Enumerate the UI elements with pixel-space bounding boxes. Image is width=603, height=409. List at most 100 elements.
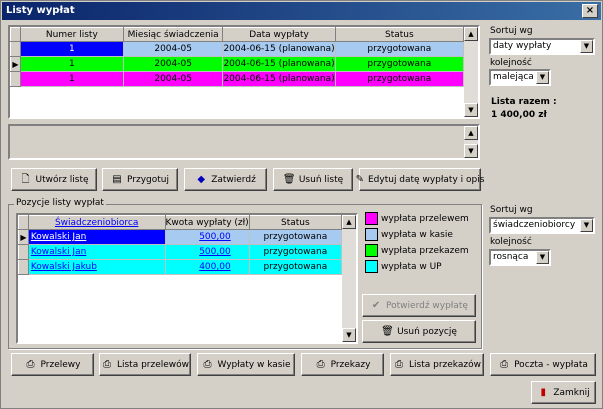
cell-amount[interactable]: 500,00 [164, 244, 250, 260]
transfer-list-button[interactable]: ⎙ Lista przelewów [99, 353, 191, 376]
col-status[interactable]: Status [248, 215, 343, 230]
approve-button[interactable]: ◆ Zatwierdź [184, 168, 267, 191]
order-top-label: kolejność [490, 58, 532, 68]
cell-name[interactable]: Kowalski Jan [27, 244, 166, 260]
row-pointer-icon [10, 41, 21, 57]
cell-numer: 1 [19, 71, 124, 87]
amount-link[interactable]: 500,00 [199, 232, 231, 242]
cell-amount[interactable]: 400,00 [164, 259, 250, 275]
close-window-button[interactable]: × [582, 4, 598, 18]
edit-date-button[interactable]: ✎ Edytuj datę wypłaty i opis [356, 168, 484, 191]
scroll-down-button[interactable]: ▼ [464, 103, 478, 117]
transfers-label: Przelewy [40, 359, 81, 370]
cell-status: przygotowana [248, 229, 343, 245]
cell-name[interactable]: Kowalski Jakub [27, 259, 166, 275]
positions-scrollbar[interactable]: ▲ ▼ [342, 215, 356, 342]
position-row[interactable]: Kowalski Jan 500,00 przygotowana [18, 244, 343, 260]
legend-item: wypłata przelewem [365, 212, 469, 225]
order-bottom-label: kolejność [490, 237, 532, 247]
prepare-button[interactable]: ▤ Przygotuj [102, 168, 178, 191]
col-miesiac[interactable]: Miesiąc świadczenia [122, 27, 224, 42]
list-row[interactable]: 1 2004-05 2004-06-15 (planowana) przygotowa… [10, 41, 465, 57]
close-button[interactable]: ▮ Zamknij [531, 381, 596, 404]
lists-scrollbar[interactable]: ▲ ▼ [464, 27, 478, 117]
cell-status: przygotowana [248, 259, 343, 275]
row-pointer-icon [18, 259, 29, 275]
cell-miesiac: 2004-05 [122, 56, 224, 72]
legend-label: wypłata w UP [381, 261, 442, 272]
beneficiary-link[interactable]: Kowalski Jakub [31, 262, 97, 272]
confirm-payment-button[interactable]: ✔ Potwierdź wypłatę [362, 294, 476, 317]
order-bottom-select[interactable]: rosnąca ▼ [489, 249, 551, 266]
money-orders-button[interactable]: ⎙ Przekazy [301, 353, 384, 376]
printer-icon: ⎙ [203, 358, 212, 370]
sort-bottom-label: Sortuj wg [490, 205, 533, 215]
beneficiary-link[interactable]: Kowalski Jan [31, 247, 86, 257]
col-status[interactable]: Status [334, 27, 465, 42]
printer-icon: ⎙ [500, 358, 509, 370]
cell-status: przygotowana [248, 244, 343, 260]
order-top-select[interactable]: malejąca ▼ [489, 69, 551, 86]
scroll-up-button[interactable]: ▲ [464, 27, 478, 41]
total-label: Lista razem : [491, 97, 557, 107]
list-description-memo[interactable]: ▲ ▼ [8, 124, 480, 160]
sort-bottom-select[interactable]: świadczeniobiorcy ▼ [489, 217, 595, 234]
beneficiary-link[interactable]: Kowalski Jan [31, 232, 86, 242]
chevron-down-icon[interactable]: ▼ [580, 219, 593, 232]
create-list-button[interactable]: 🗋 Utwórz listę [11, 168, 97, 191]
row-pointer-icon [18, 244, 29, 260]
list-row[interactable]: 1 2004-05 2004-06-15 (planowana) przygotowa… [10, 71, 465, 87]
chevron-down-icon[interactable]: ▼ [536, 251, 549, 264]
scroll-up-button[interactable]: ▲ [342, 215, 356, 229]
delete-position-button[interactable]: 🗑 Usuń pozycję [362, 320, 476, 343]
list-row[interactable]: ▶ 1 2004-05 2004-06-15 (planowana) przygotow… [10, 56, 465, 72]
col-swiadczeniobiorca[interactable]: Świadczeniobiorca [27, 215, 166, 230]
order-bottom-value: rosnąca [493, 252, 529, 262]
position-row[interactable]: ▶ Kowalski Jan 500,00 przygotowana [18, 229, 343, 245]
positions-table: Świadczeniobiorca Kwota wypłaty (zł) Sta… [18, 215, 343, 275]
legend-swatch [365, 244, 378, 257]
legend-label: wypłata w kasie [381, 229, 453, 240]
post-payment-label: Poczta - wypłata [514, 359, 588, 370]
legend-item: wypłata w kasie [365, 228, 453, 241]
chevron-down-icon[interactable]: ▼ [536, 71, 549, 84]
cell-data: 2004-06-15 (planowana) [222, 41, 336, 57]
prepare-label: Przygotuj [127, 174, 169, 185]
row-indicator-header [18, 215, 29, 230]
legend-item: wypłata przekazem [365, 244, 469, 257]
post-payment-button[interactable]: ⎙ Poczta - wypłata [490, 353, 596, 376]
printer-icon: ⎙ [102, 358, 111, 370]
scroll-down-button[interactable]: ▼ [342, 328, 356, 342]
total-value: 1 400,00 zł [491, 110, 547, 120]
delete-position-label: Usuń pozycję [397, 326, 457, 337]
col-numer-listy[interactable]: Numer listy [19, 27, 124, 42]
cell-name[interactable]: Kowalski Jan [27, 229, 166, 245]
memo-scrollbar[interactable]: ▲ ▼ [464, 126, 478, 158]
amount-link[interactable]: 500,00 [199, 247, 231, 257]
amount-link[interactable]: 400,00 [199, 262, 231, 272]
cell-amount[interactable]: 500,00 [164, 229, 250, 245]
row-indicator-header [10, 27, 21, 42]
money-order-list-button[interactable]: ⎙ Lista przekazów [390, 353, 484, 376]
lists-grid: Numer listy Miesiąc świadczenia Data wyp… [8, 25, 480, 119]
row-pointer-icon [10, 71, 21, 87]
cell-status: przygotowana [334, 41, 465, 57]
prepare-icon: ▤ [112, 173, 122, 185]
cell-data: 2004-06-15 (planowana) [222, 56, 336, 72]
sort-top-select[interactable]: daty wypłaty ▼ [489, 38, 595, 55]
trash-icon: 🗑 [381, 325, 394, 337]
col-data-wyplaty[interactable]: Data wypłaty [222, 27, 336, 42]
sort-bottom-value: świadczeniobiorcy [493, 220, 576, 230]
row-pointer-icon: ▶ [10, 56, 21, 72]
memo-scroll-down[interactable]: ▼ [464, 144, 478, 158]
delete-list-button[interactable]: 🗑 Usuń listę [273, 168, 353, 191]
transfers-button[interactable]: ⎙ Przelewy [11, 353, 94, 376]
col-swiadczeniobiorca-label[interactable]: Świadczeniobiorca [55, 218, 138, 228]
sort-top-label: Sortuj wg [490, 26, 533, 36]
cash-payments-label: Wypłaty w kasie [217, 359, 291, 370]
col-kwota[interactable]: Kwota wypłaty (zł) [164, 215, 250, 230]
position-row[interactable]: Kowalski Jakub 400,00 przygotowana [18, 259, 343, 275]
memo-scroll-up[interactable]: ▲ [464, 126, 478, 140]
cash-payments-button[interactable]: ⎙ Wypłaty w kasie [197, 353, 295, 376]
chevron-down-icon[interactable]: ▼ [580, 40, 593, 53]
